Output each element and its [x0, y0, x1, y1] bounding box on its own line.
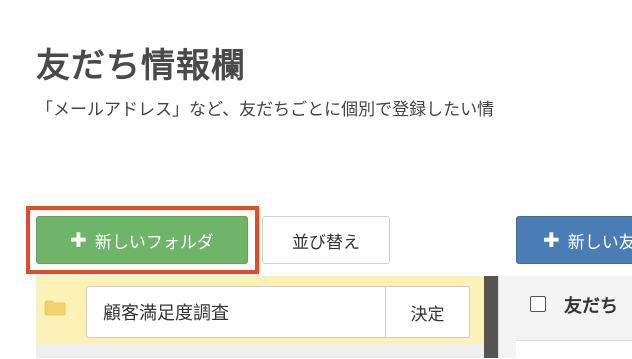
panel-divider[interactable] [484, 276, 498, 358]
sort-button[interactable]: 並び替え [262, 216, 390, 264]
page-description: 「メールアドレス」など、友だちごとに個別で登録したい情 [36, 100, 495, 120]
folder-icon [44, 300, 66, 316]
list-row [516, 340, 632, 359]
list-header-label: 友だち [564, 296, 618, 317]
new-folder-button[interactable]: ✚ 新しいフォルダ [36, 216, 248, 264]
plus-icon: ✚ [543, 228, 560, 252]
new-item-button[interactable]: ✚ 新しい友 [516, 216, 632, 264]
sort-label: 並び替え [292, 232, 360, 253]
decide-button[interactable]: 決定 [385, 286, 470, 338]
new-folder-label: 新しいフォルダ [94, 232, 214, 253]
select-all-checkbox[interactable] [530, 296, 546, 312]
new-item-label: 新しい友 [567, 232, 632, 253]
folder-name-input[interactable] [86, 286, 386, 338]
decide-label: 決定 [410, 304, 445, 325]
folder-list-area [36, 344, 484, 358]
page-title: 友だち情報欄 [36, 46, 246, 86]
plus-icon: ✚ [70, 228, 87, 252]
